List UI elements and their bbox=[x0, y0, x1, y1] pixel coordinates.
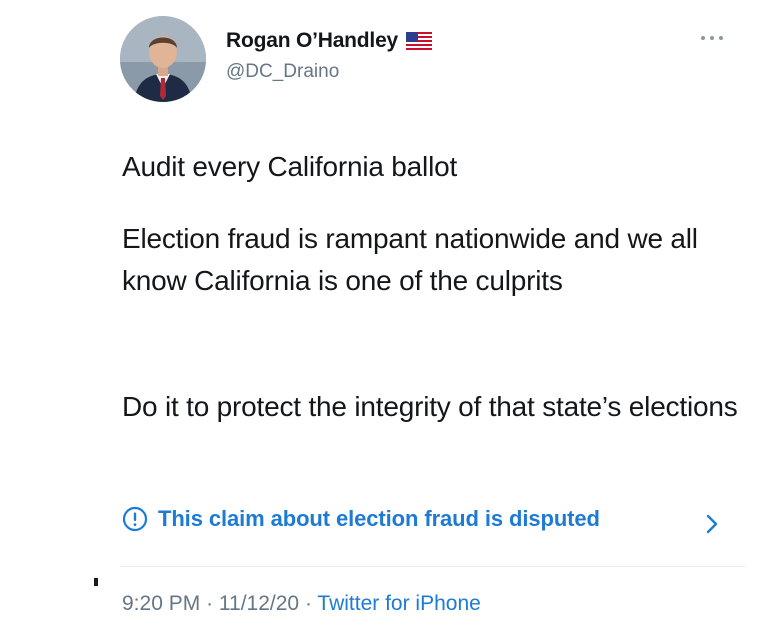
tweet-source[interactable]: Twitter for iPhone bbox=[317, 592, 480, 615]
disputed-claim-text: This claim about election fraud is dispu… bbox=[158, 506, 600, 531]
profile-photo-icon bbox=[120, 16, 206, 102]
disputed-claim-notice[interactable]: This claim about election fraud is dispu… bbox=[122, 506, 600, 532]
divider bbox=[120, 566, 745, 567]
info-icon bbox=[122, 506, 148, 532]
tweet-text-line-3: Do it to protect the integrity of that s… bbox=[122, 391, 738, 422]
tweet-time[interactable]: 9:20 PM bbox=[122, 592, 200, 615]
author-name[interactable]: Rogan O’Handley bbox=[226, 29, 398, 53]
tweet-text-line-1: Audit every California ballot bbox=[122, 151, 458, 182]
ellipsis-icon[interactable] bbox=[698, 33, 726, 43]
us-flag-icon bbox=[406, 32, 433, 50]
tweet-text-line-2: Election fraud is rampant nationwide and… bbox=[122, 223, 698, 296]
tweet-date[interactable]: 11/12/20 bbox=[219, 592, 299, 615]
author-name-row: Rogan O’Handley bbox=[226, 29, 433, 53]
chevron-right-icon[interactable] bbox=[705, 512, 719, 536]
author-handle[interactable]: @DC_Draino bbox=[226, 61, 339, 83]
tweet-meta: 9:20 PM · 11/12/20 · Twitter for iPhone bbox=[122, 592, 481, 616]
meta-separator: · bbox=[304, 592, 312, 615]
tweet-card: Rogan O’Handley @DC_Draino Audit every C… bbox=[0, 0, 765, 634]
meta-separator: · bbox=[206, 592, 214, 615]
edge-mark bbox=[94, 578, 98, 586]
avatar[interactable] bbox=[120, 16, 206, 102]
